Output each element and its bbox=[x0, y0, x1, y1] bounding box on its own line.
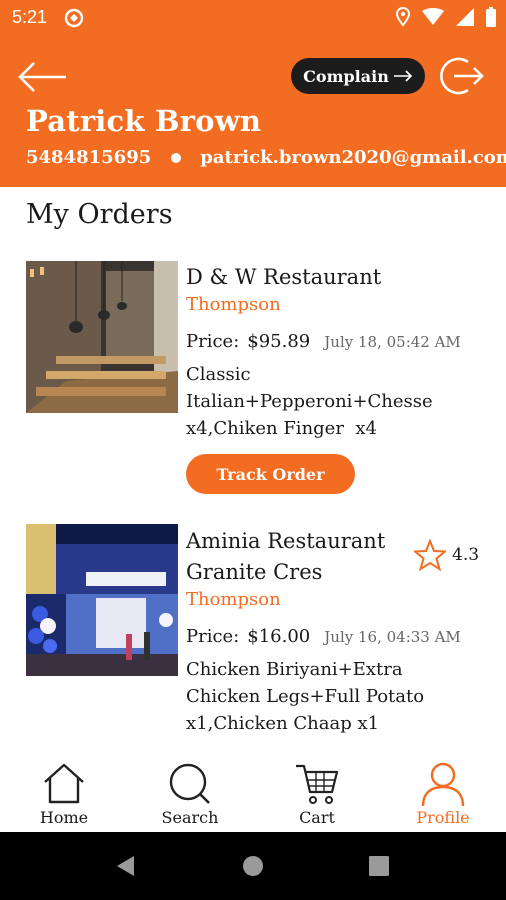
system-recents-icon[interactable] bbox=[369, 856, 389, 876]
order-price: $16.00 bbox=[247, 626, 311, 647]
location-icon bbox=[396, 7, 410, 27]
track-order-button[interactable]: Track Order bbox=[186, 454, 355, 494]
restaurant-location: Thompson bbox=[186, 294, 281, 315]
page-title: My Orders bbox=[26, 199, 173, 230]
search-icon bbox=[169, 763, 210, 804]
nav-cart[interactable]: Cart bbox=[267, 748, 367, 832]
user-name: Patrick Brown bbox=[26, 104, 262, 138]
battery-icon bbox=[486, 7, 496, 27]
order-items-line: x1,Chicken Chaap x1 bbox=[186, 713, 380, 734]
restaurant-name: Aminia Restaurant Granite Cres bbox=[186, 526, 385, 588]
contact-info: 5484815695 patrick.brown2020@gmail.com bbox=[26, 147, 506, 168]
nav-search[interactable]: Search bbox=[140, 748, 240, 832]
nav-label: Profile bbox=[416, 808, 470, 827]
nav-label: Home bbox=[39, 808, 89, 827]
separator-dot bbox=[171, 152, 182, 163]
signal-icon bbox=[456, 8, 474, 26]
restaurant-image bbox=[26, 524, 178, 676]
order-items-line: Chicken Legs+Full Potato bbox=[186, 686, 425, 707]
order-price: $95.89 bbox=[247, 331, 311, 352]
notification-icon bbox=[64, 8, 84, 28]
order-items-line: Italian+Pepperoni+Chesse bbox=[186, 391, 433, 412]
price-label: Price: bbox=[186, 331, 240, 352]
order-items: Chicken Biriyani+Extra Chicken Legs+Full… bbox=[186, 656, 496, 737]
order-date: July 18, 05:42 AM bbox=[324, 333, 461, 351]
user-email: patrick.brown2020@gmail.com bbox=[200, 147, 506, 168]
order-price-row: Price: $95.89 July 18, 05:42 AM bbox=[186, 331, 461, 352]
nav-label: Cart bbox=[299, 808, 335, 827]
star-icon bbox=[414, 539, 446, 571]
user-phone: 5484815695 bbox=[26, 147, 152, 168]
price-label: Price: bbox=[186, 626, 240, 647]
system-navigation-bar bbox=[0, 832, 506, 900]
nav-home[interactable]: Home bbox=[14, 748, 114, 832]
nav-label: Search bbox=[161, 808, 219, 827]
restaurant-name: D & W Restaurant bbox=[186, 265, 382, 289]
nav-profile[interactable]: Profile bbox=[393, 748, 493, 832]
order-date: July 16, 04:33 AM bbox=[324, 628, 461, 646]
status-time: 5:21 bbox=[12, 7, 48, 27]
home-icon bbox=[44, 763, 84, 804]
wifi-icon bbox=[422, 8, 444, 25]
rating: 4.3 bbox=[414, 539, 479, 571]
cart-icon bbox=[296, 764, 339, 804]
arrow-right-icon bbox=[393, 70, 412, 82]
restaurant-image bbox=[26, 261, 178, 413]
order-items-line: Chicken Biriyani+Extra bbox=[186, 659, 403, 680]
system-home-icon[interactable] bbox=[242, 855, 264, 877]
order-items-line: x4,Chiken Finger x4 bbox=[186, 418, 377, 439]
system-back-icon[interactable] bbox=[114, 854, 138, 878]
restaurant-location: Thompson bbox=[186, 589, 281, 610]
profile-header: 5:21 Complain Patrick Brown 5484815695 p… bbox=[0, 0, 506, 187]
complain-button[interactable]: Complain bbox=[291, 58, 425, 94]
restaurant-name-line: Aminia Restaurant bbox=[186, 529, 386, 553]
profile-icon bbox=[421, 762, 465, 806]
order-items: Classic Italian+Pepperoni+Chesse x4,Chik… bbox=[186, 361, 496, 442]
back-arrow-icon[interactable] bbox=[16, 60, 68, 94]
bottom-navigation: Home Search Cart Profile bbox=[0, 748, 506, 832]
logout-icon[interactable] bbox=[438, 54, 484, 98]
restaurant-name-line: Granite Cres bbox=[186, 560, 323, 584]
order-price-row: Price: $16.00 July 16, 04:33 AM bbox=[186, 626, 461, 647]
complain-label: Complain bbox=[303, 66, 389, 86]
rating-value: 4.3 bbox=[452, 545, 480, 565]
status-bar: 5:21 bbox=[0, 0, 506, 36]
order-items-line: Classic bbox=[186, 364, 251, 385]
